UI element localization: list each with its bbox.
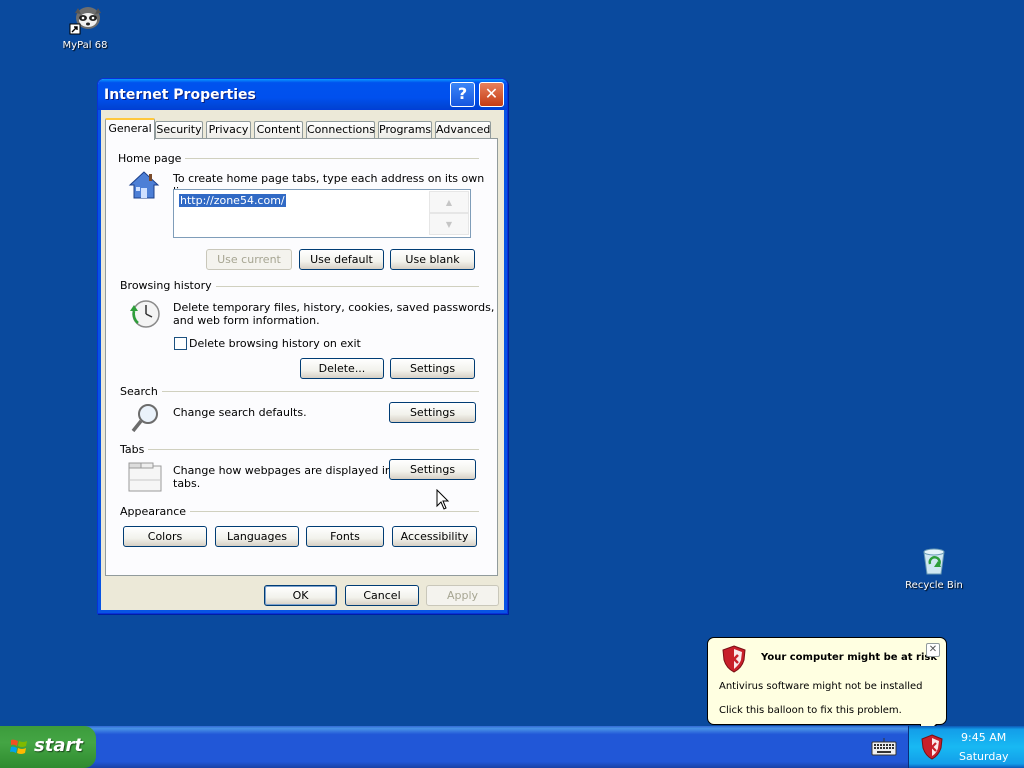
- home-page-address-value: http://zone54.com/: [179, 194, 286, 207]
- fonts-button[interactable]: Fonts: [306, 526, 384, 547]
- browsing-history-settings-button[interactable]: Settings: [390, 358, 475, 379]
- tabs-window-icon: [128, 462, 162, 495]
- tabs-settings-button[interactable]: Settings: [389, 459, 476, 480]
- magnifier-icon: [130, 402, 160, 437]
- browsing-history-description-2: and web form information.: [173, 314, 320, 327]
- ok-button[interactable]: OK: [264, 585, 337, 606]
- history-clock-icon: [128, 299, 162, 332]
- balloon-title: Your computer might be at risk: [761, 652, 937, 663]
- appearance-group-label: Appearance: [120, 505, 191, 518]
- desktop-icon-label: MyPal 68: [62, 40, 108, 51]
- tab-advanced[interactable]: Advanced: [435, 121, 491, 139]
- delete-on-exit-checkbox[interactable]: [174, 337, 187, 350]
- scroll-down-icon[interactable]: ▼: [429, 213, 469, 235]
- internet-properties-dialog: Internet Properties ? ✕ General Security…: [97, 78, 508, 614]
- security-shield-tray-icon[interactable]: [921, 734, 943, 763]
- tab-general[interactable]: General: [105, 118, 155, 140]
- group-divider: [120, 449, 479, 450]
- keyboard-icon[interactable]: [871, 737, 897, 760]
- start-button[interactable]: start: [0, 726, 96, 768]
- window-title: Internet Properties: [104, 87, 256, 103]
- browsing-history-group-label: Browsing history: [120, 279, 216, 292]
- balloon-message-1: Antivirus software might not be installe…: [719, 681, 923, 692]
- shield-alert-icon: [722, 645, 746, 676]
- home-page-group-label: Home page: [118, 152, 186, 165]
- search-description: Change search defaults.: [173, 406, 307, 419]
- home-icon: [128, 170, 160, 203]
- security-alert-balloon[interactable]: Your computer might be at risk ✕ Antivir…: [707, 637, 947, 742]
- tab-programs[interactable]: Programs: [378, 121, 432, 139]
- tabs-description-2: tabs.: [173, 477, 201, 490]
- clock-day[interactable]: Saturday: [959, 750, 1009, 763]
- desktop-icon-mypal[interactable]: MyPal 68: [45, 4, 125, 51]
- help-button[interactable]: ?: [450, 82, 475, 107]
- tabs-description-1: Change how webpages are displayed in: [173, 464, 392, 477]
- delete-on-exit-label[interactable]: Delete browsing history on exit: [189, 337, 361, 350]
- accessibility-button[interactable]: Accessibility: [392, 526, 477, 547]
- tab-security[interactable]: Security: [155, 121, 203, 139]
- desktop-icon-label: Recycle Bin: [905, 580, 963, 591]
- title-bar[interactable]: Internet Properties ? ✕: [98, 79, 507, 110]
- system-tray: 9:45 AM Saturday: [908, 726, 1024, 768]
- taskbar: start 9:45 AM Saturday: [0, 726, 1024, 768]
- use-default-button[interactable]: Use default: [299, 249, 384, 270]
- tabs-group-label: Tabs: [120, 443, 149, 456]
- languages-button[interactable]: Languages: [215, 526, 299, 547]
- recycle-bin-icon: [918, 544, 950, 576]
- raccoon-icon: [68, 4, 102, 36]
- tab-content[interactable]: Content: [254, 121, 303, 139]
- desktop-icon-recycle-bin[interactable]: Recycle Bin: [894, 544, 974, 591]
- balloon-message-2: Click this balloon to fix this problem.: [719, 705, 902, 716]
- home-page-address-input[interactable]: http://zone54.com/ ▲ ▼: [173, 189, 471, 238]
- browsing-history-description-1: Delete temporary files, history, cookies…: [173, 301, 495, 314]
- clock-time[interactable]: 9:45 AM: [961, 731, 1006, 744]
- cancel-button[interactable]: Cancel: [345, 585, 419, 606]
- windows-flag-icon: [10, 738, 28, 756]
- use-blank-button[interactable]: Use blank: [390, 249, 475, 270]
- tab-connections[interactable]: Connections: [306, 121, 375, 139]
- apply-button[interactable]: Apply: [426, 585, 499, 606]
- address-scrollbar[interactable]: ▲ ▼: [429, 191, 469, 236]
- start-label: start: [34, 735, 83, 756]
- colors-button[interactable]: Colors: [123, 526, 207, 547]
- group-divider: [120, 391, 479, 392]
- search-group-label: Search: [120, 385, 162, 398]
- close-button[interactable]: ✕: [479, 82, 504, 107]
- tab-privacy[interactable]: Privacy: [206, 121, 251, 139]
- scroll-up-icon[interactable]: ▲: [429, 191, 469, 213]
- search-settings-button[interactable]: Settings: [389, 402, 476, 423]
- delete-button[interactable]: Delete...: [300, 358, 384, 379]
- mouse-cursor-icon: [436, 488, 450, 514]
- balloon-close-button[interactable]: ✕: [926, 643, 940, 657]
- use-current-button[interactable]: Use current: [206, 249, 292, 270]
